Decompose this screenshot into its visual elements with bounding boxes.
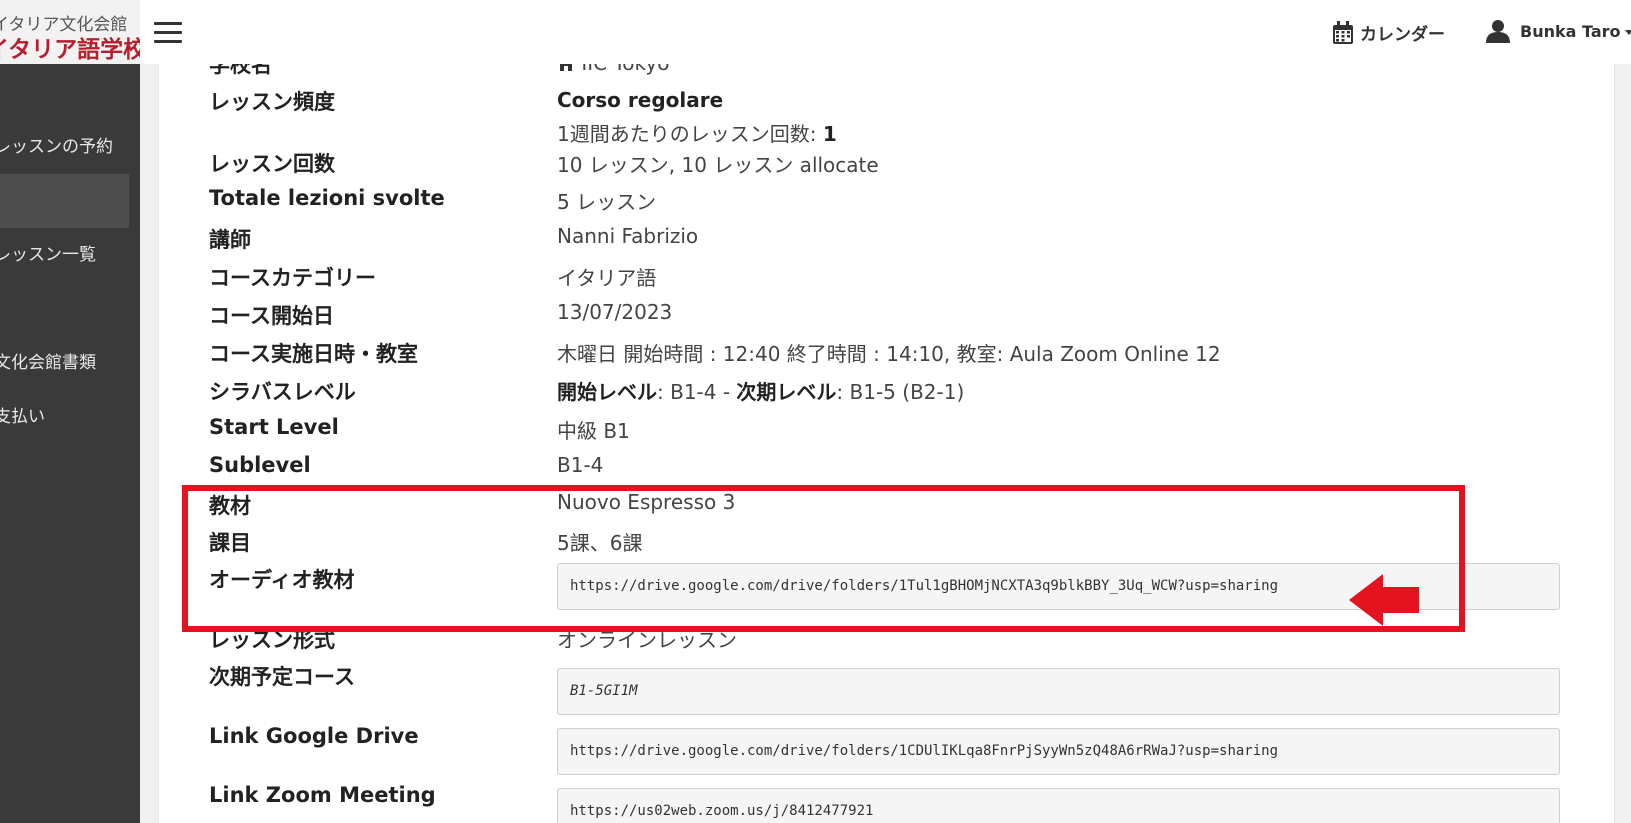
detail-label: コース開始日 — [209, 304, 334, 328]
detail-label: Link Google Drive — [209, 724, 419, 748]
sidebar-item-label: レッスンの予約 — [0, 137, 113, 157]
detail-value: 中級 B1 — [557, 419, 630, 443]
calendar-label: カレンダー — [1360, 25, 1445, 45]
detail-label: Totale lezioni svolte — [209, 186, 445, 210]
syllabus-separator: - — [716, 380, 737, 404]
detail-label: 次期予定コース — [209, 665, 355, 689]
sidebar-item-lesson-booking[interactable]: レッスンの予約 — [0, 120, 129, 174]
user-menu[interactable]: Bunka Taro — [1486, 19, 1631, 43]
user-icon — [1486, 20, 1510, 43]
calendar-link[interactable]: カレンダー — [1332, 20, 1445, 45]
detail-value: 5課、6課 — [557, 531, 643, 555]
detail-label: Sublevel — [209, 453, 311, 477]
calendar-icon — [1333, 20, 1353, 44]
detail-value: 5 レッスン — [557, 190, 657, 214]
detail-label: 講師 — [209, 228, 251, 252]
detail-label: 教材 — [209, 494, 251, 518]
detail-value: Nuovo Espresso 3 — [557, 490, 736, 514]
logo-line2: イタリア語学校 — [0, 37, 140, 63]
syllabus-start-label: 開始レベル — [557, 380, 657, 404]
detail-label: シラバスレベル — [209, 380, 356, 404]
detail-value: 13/07/2023 — [557, 300, 673, 324]
detail-value: B1-4 — [557, 453, 604, 477]
home-icon — [560, 64, 572, 71]
google-drive-link-field[interactable]: https://drive.google.com/drive/folders/1… — [557, 728, 1560, 775]
sidebar-item-label: レッスン一覧 — [0, 245, 96, 265]
detail-label: Start Level — [209, 415, 339, 439]
detail-label: コースカテゴリー — [209, 266, 376, 290]
red-arrow-icon — [1349, 574, 1419, 626]
detail-value: IIC Tokyo — [557, 64, 669, 75]
detail-label: オーディオ教材 — [209, 568, 355, 592]
detail-label: レッスン形式 — [209, 628, 335, 652]
detail-value: Nanni Fabrizio — [557, 224, 699, 248]
user-name: Bunka Taro — [1520, 21, 1621, 41]
detail-value: 開始レベル: B1-4 - 次期レベル: B1-5 (B2-1) — [557, 376, 964, 405]
sidebar-item-documents[interactable]: 文化会館書類 — [0, 336, 129, 390]
detail-value: Corso regolare — [557, 88, 723, 112]
caret-down-icon — [1624, 30, 1631, 35]
sidebar-item-label: 支払い — [0, 407, 45, 427]
school-logo[interactable]: イタリア文化会館 イタリア語学校 — [0, 0, 140, 64]
syllabus-next-value: : B1-5 (B2-1) — [836, 380, 965, 404]
detail-value: オンラインレッスン — [557, 628, 737, 652]
detail-value: 木曜日 開始時間 : 12:40 終了時間 : 14:10, 教室: Aula … — [557, 342, 1221, 366]
syllabus-next-label: 次期レベル — [736, 380, 837, 404]
sidebar-item-payments[interactable]: 支払い — [0, 390, 129, 444]
detail-value: イタリア語 — [557, 266, 657, 290]
frequency-per-week-label: 1週間あたりのレッスン回数: — [557, 122, 823, 146]
zoom-link-field[interactable]: https://us02web.zoom.us/j/8412477921 — [557, 788, 1560, 823]
frequency-per-week-value: 1 — [822, 122, 837, 146]
top-navbar: カレンダー Bunka Taro — [140, 0, 1631, 65]
sidebar-item-lesson-list[interactable]: レッスン一覧 — [0, 228, 129, 282]
sidebar: イタリア文化会館 イタリア語学校 レッスンの予約 レッスン一覧 文化会館書類 支… — [0, 0, 140, 823]
frequency-type: Corso regolare — [557, 88, 724, 112]
detail-label: 学校名 — [209, 64, 272, 77]
hamburger-menu-icon[interactable] — [154, 22, 182, 44]
detail-label: レッスン頻度 — [209, 90, 335, 114]
sidebar-item-active[interactable] — [0, 174, 129, 228]
school-name: IIC Tokyo — [581, 64, 669, 75]
detail-label: 課目 — [209, 531, 251, 555]
sidebar-item-label: 文化会館書類 — [0, 353, 96, 373]
detail-label: Link Zoom Meeting — [209, 783, 436, 807]
next-course-field[interactable]: B1-5GI1M — [557, 668, 1560, 715]
detail-value: 10 レッスン, 10 レッスン allocate — [557, 153, 879, 177]
detail-label: コース実施日時・教室 — [209, 342, 418, 366]
syllabus-start-value: : B1-4 — [657, 380, 717, 404]
detail-label: レッスン回数 — [209, 152, 335, 176]
course-details-panel: 学校名 IIC Tokyo レッスン頻度 Corso regolare 1週間あ… — [158, 64, 1615, 823]
detail-value-sub: 1週間あたりのレッスン回数: 1 — [557, 118, 837, 147]
